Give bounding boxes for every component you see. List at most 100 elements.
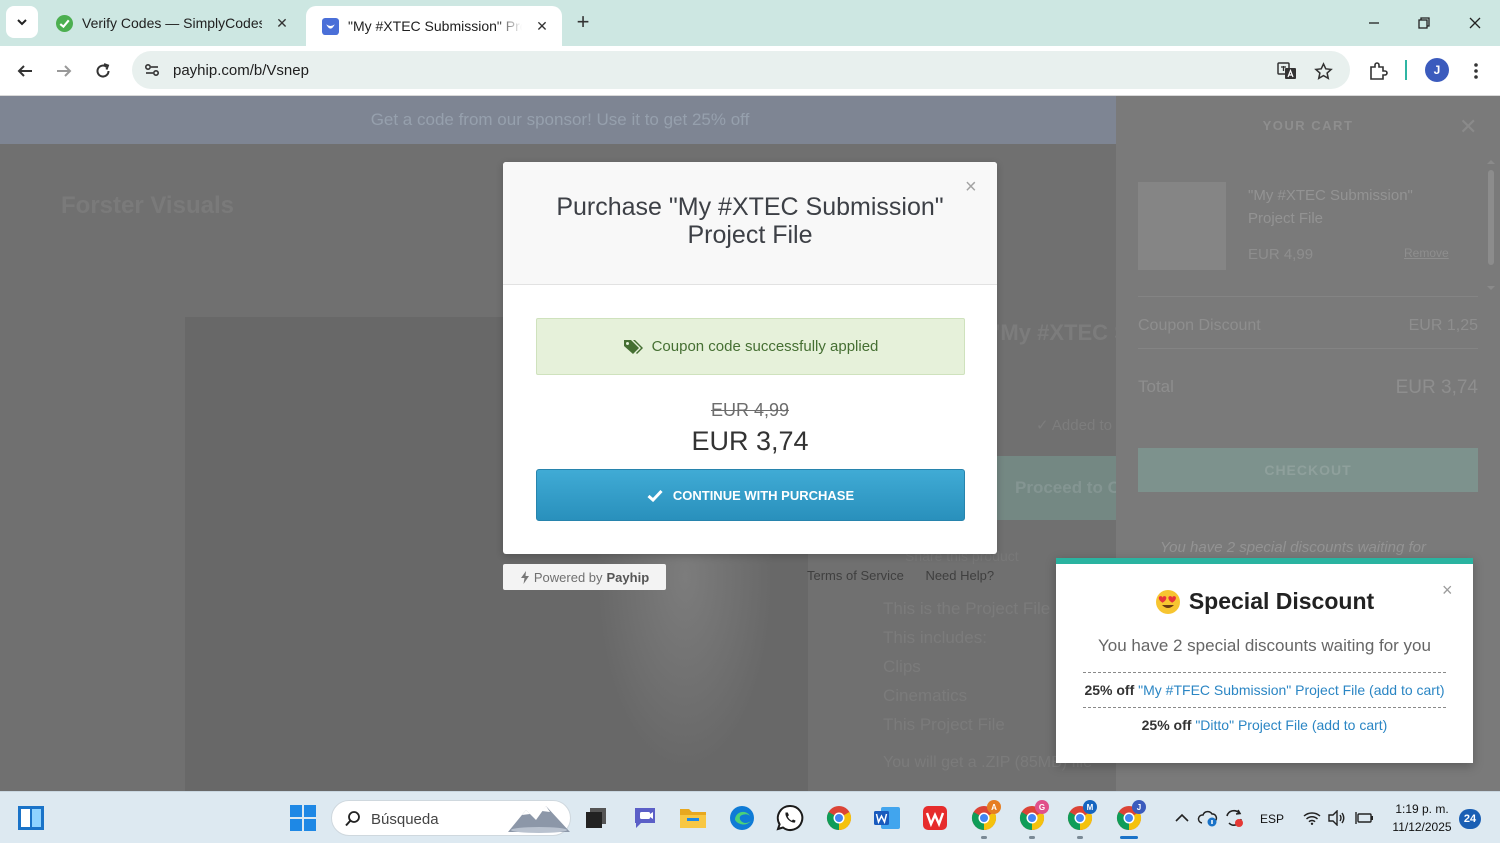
url-text: payhip.com/b/Vsnep — [173, 62, 309, 79]
widgets-icon — [18, 806, 44, 830]
cart-remove-link[interactable]: Remove — [1404, 246, 1449, 260]
bookmark-button[interactable] — [1312, 60, 1334, 82]
tab-search-button[interactable] — [6, 6, 38, 38]
tab-payhip[interactable]: "My #XTEC Submission" Project File ✕ — [306, 6, 562, 46]
reload-button[interactable] — [88, 56, 118, 86]
close-window-button[interactable] — [1460, 8, 1490, 38]
start-button[interactable] — [287, 802, 319, 834]
store-name[interactable]: Forster Visuals — [61, 192, 234, 220]
special-title: Special Discount — [1056, 588, 1473, 615]
continue-with-purchase-button[interactable]: CONTINUE WITH PURCHASE — [536, 469, 965, 521]
coupon-discount-value: EUR 1,25 — [1408, 317, 1478, 334]
profile-badge: M — [1083, 800, 1097, 814]
modal-title-line: Purchase "My #XTEC Submission" — [556, 193, 944, 221]
special-title-text: Special Discount — [1188, 588, 1375, 614]
browser-menu-button[interactable] — [1461, 56, 1491, 86]
search-icon — [345, 811, 360, 827]
back-button[interactable] — [10, 56, 40, 86]
modal-title: Purchase "My #XTEC Submission" Project F… — [543, 193, 957, 249]
checkout-button[interactable]: CHECKOUT — [1138, 448, 1478, 492]
profile-avatar[interactable]: J — [1425, 58, 1449, 82]
payhip-favicon-icon — [322, 17, 339, 35]
help-link[interactable]: Need Help? — [925, 568, 994, 583]
cart-title: YOUR CART — [1262, 118, 1354, 133]
running-indicator — [1029, 836, 1035, 839]
total-value: EUR 3,74 — [1395, 377, 1478, 398]
tab-simplycodes[interactable]: Verify Codes — SimplyCodes ✕ — [40, 0, 302, 46]
wps-office-button[interactable] — [919, 802, 951, 834]
address-bar[interactable]: payhip.com/b/Vsnep — [132, 51, 1350, 89]
sync-icon — [1226, 809, 1243, 827]
powered-by-payhip[interactable]: Powered by Payhip — [503, 564, 666, 590]
wps-office-icon — [923, 806, 947, 830]
product-description: This is the Project File This includes: … — [883, 594, 1050, 739]
special-offer-item: 25% off "Ditto" Project File (add to car… — [1056, 717, 1473, 733]
translate-button[interactable] — [1276, 60, 1298, 82]
teams-button[interactable] — [629, 802, 661, 834]
profile-badge: G — [1035, 800, 1049, 814]
offer-percent: 25% off — [1084, 682, 1135, 698]
widgets-button[interactable] — [15, 802, 47, 834]
chat-icon — [635, 808, 655, 828]
coupon-discount-label: Coupon Discount — [1138, 317, 1261, 334]
new-tab-button[interactable]: + — [570, 9, 596, 35]
translate-icon — [1277, 62, 1296, 79]
running-indicator — [981, 836, 987, 839]
chevron-down-icon — [17, 19, 27, 26]
close-tab-icon[interactable]: ✕ — [272, 13, 292, 33]
offer-add-to-cart-link[interactable]: "My #TFEC Submission" Project File (add … — [1138, 682, 1444, 698]
continue-button-label: CONTINUE WITH PURCHASE — [672, 487, 855, 503]
clock-time[interactable]: 1:19 p. m. — [1392, 802, 1452, 816]
task-view-button[interactable] — [580, 802, 612, 834]
clock-date[interactable]: 11/12/2025 — [1388, 820, 1456, 834]
notification-count[interactable]: 24 — [1459, 809, 1481, 829]
extensions-button[interactable] — [1363, 56, 1393, 86]
tab-strip: Verify Codes — SimplyCodes ✕ "My #XTEC S… — [0, 0, 1500, 46]
file-explorer-button[interactable] — [677, 802, 709, 834]
minimize-button[interactable] — [1359, 8, 1389, 38]
proceed-to-checkout-button[interactable]: Proceed to Checkout — [997, 456, 1116, 520]
taskbar-search[interactable]: Búsqueda — [331, 800, 571, 836]
cart-item-name: "My #XTEC Submission" Project File — [1248, 187, 1413, 227]
word-icon — [874, 807, 900, 829]
whatsapp-button[interactable] — [774, 802, 806, 834]
word-button[interactable] — [871, 802, 903, 834]
special-subtitle: You have 2 special discounts waiting for… — [1098, 636, 1431, 655]
tab-title: Verify Codes — SimplyCodes — [82, 15, 262, 31]
coupon-discount-row: Coupon Discount EUR 1,25 — [1138, 296, 1478, 348]
original-price: EUR 4,99 — [710, 400, 790, 420]
total-label: Total — [1138, 377, 1174, 396]
folder-icon — [680, 809, 706, 828]
offer-add-to-cart-link[interactable]: "Ditto" Project File (add to cart) — [1195, 717, 1387, 733]
browser-toolbar: payhip.com/b/Vsnep J — [0, 46, 1500, 96]
battery-button[interactable] — [1349, 802, 1381, 834]
chrome-icon — [826, 806, 852, 830]
whatsapp-icon — [776, 804, 804, 831]
description-line: Cinematics — [883, 686, 968, 705]
cloud-info-icon — [1197, 810, 1218, 827]
powered-prefix: Powered by — [533, 569, 603, 585]
cart-scrollbar[interactable] — [1486, 160, 1496, 290]
profile-badge: J — [1132, 800, 1146, 814]
edge-icon — [730, 806, 754, 830]
coupon-success-alert: Coupon code successfully applied — [536, 318, 965, 375]
chrome-button[interactable] — [823, 802, 855, 834]
speaker-icon — [1328, 810, 1345, 826]
chevron-up-icon — [1175, 813, 1189, 822]
minimize-icon — [1369, 22, 1379, 24]
footer-links: Terms of Service Need Help? — [807, 568, 1012, 583]
edge-button[interactable] — [726, 802, 758, 834]
terms-link[interactable]: Terms of Service — [807, 568, 904, 583]
modal-close-button[interactable]: × — [965, 176, 977, 199]
divider — [1083, 707, 1446, 708]
restore-button[interactable] — [1409, 8, 1439, 38]
forward-button[interactable] — [49, 56, 79, 86]
cart-close-button[interactable]: ✕ — [1459, 114, 1477, 140]
site-info-icon[interactable] — [142, 60, 162, 80]
special-discount-popup: × Special Discount You have 2 special di… — [1056, 558, 1473, 763]
close-tab-icon[interactable]: ✕ — [532, 16, 552, 36]
input-language[interactable]: ESP — [1260, 812, 1284, 826]
sync-button[interactable] — [1218, 802, 1250, 834]
task-view-icon — [586, 808, 606, 828]
announcement-bar[interactable]: Get a code from our sponsor! Use it to g… — [0, 96, 1116, 144]
